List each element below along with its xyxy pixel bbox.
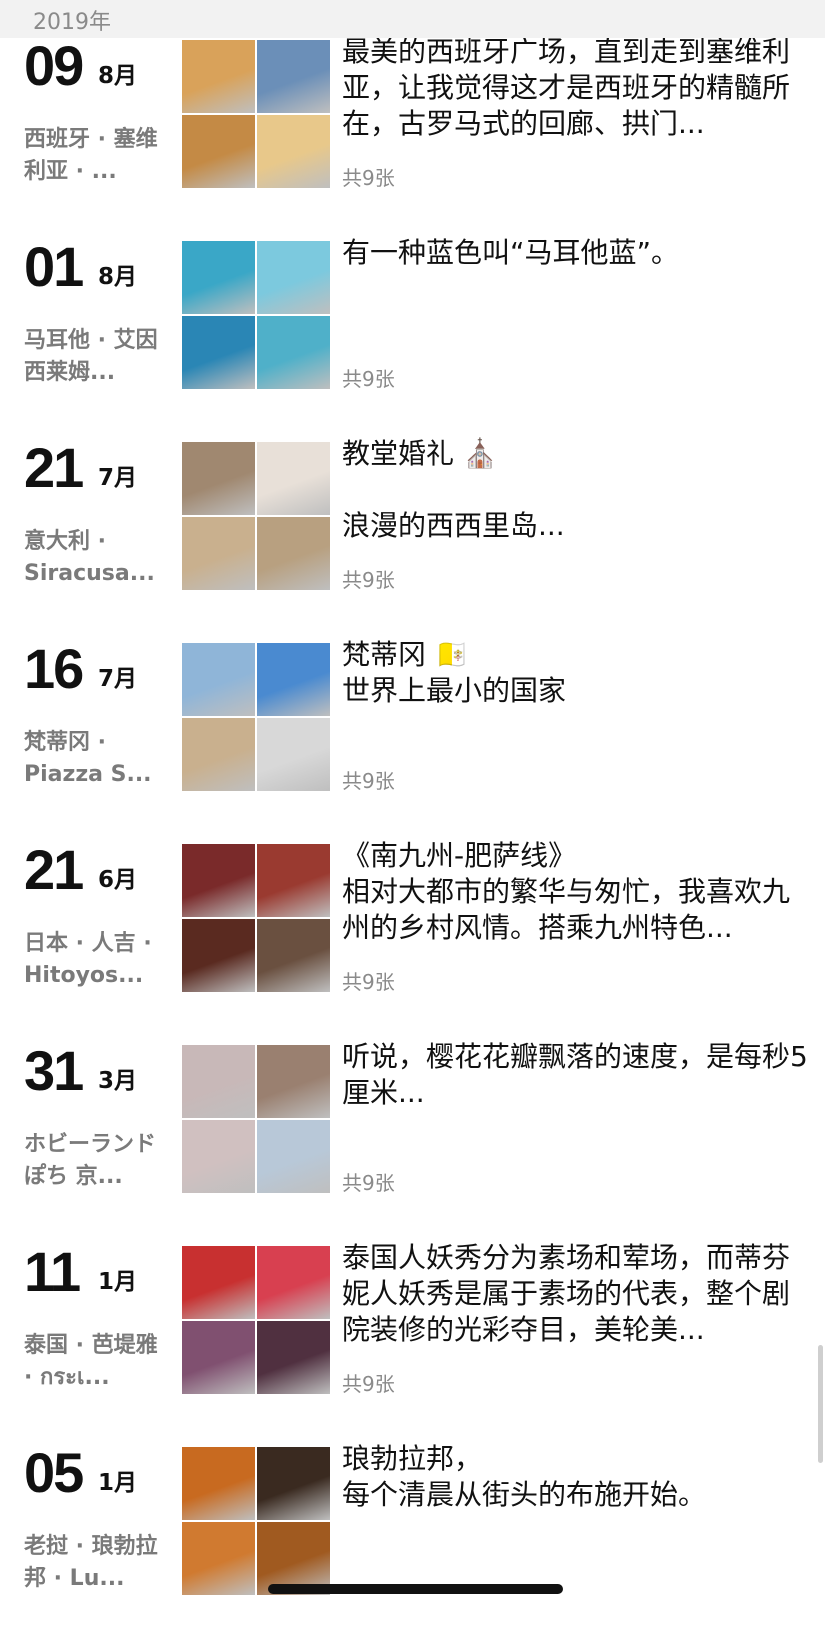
entry-caption[interactable]: 听说，樱花花瓣飘落的速度，是每秒5厘米... xyxy=(342,1039,812,1111)
photo-grid[interactable] xyxy=(182,40,332,190)
entry-location[interactable]: 泰国 · 芭堤雅 · กระเ... xyxy=(24,1330,164,1394)
timeline-entry[interactable]: 16 7月 梵蒂冈 · Piazza S... 梵蒂冈 🇻🇦 世界上最小的国家 … xyxy=(0,637,825,843)
entry-month: 6月 xyxy=(98,867,138,893)
photo-count: 共9张 xyxy=(342,769,395,793)
timeline-entry[interactable]: 09 8月 西班牙 · 塞维利亚 · ... 最美的西班牙广场，直到走到塞维利亚… xyxy=(0,34,825,240)
photo-thumbnail[interactable] xyxy=(257,1045,330,1118)
entry-location[interactable]: ホビーランドぽち 京... xyxy=(24,1129,164,1193)
photo-thumbnail[interactable] xyxy=(182,919,255,992)
entry-caption[interactable]: 最美的西班牙广场，直到走到塞维利亚，让我觉得这才是西班牙的精髓所在，古罗马式的回… xyxy=(342,34,812,142)
entry-caption[interactable]: 有一种蓝色叫“马耳他蓝”。 xyxy=(342,235,812,271)
timeline-entry[interactable]: 21 7月 意大利 · Siracusa... 教堂婚礼 ⛪ 浪漫的西西里岛..… xyxy=(0,436,825,642)
entry-caption[interactable]: 教堂婚礼 ⛪ 浪漫的西西里岛... xyxy=(342,436,812,544)
entry-month: 8月 xyxy=(98,63,138,89)
photo-count: 共9张 xyxy=(342,1372,395,1396)
photo-thumbnail[interactable] xyxy=(257,1120,330,1193)
photo-thumbnail[interactable] xyxy=(182,316,255,389)
photo-thumbnail[interactable] xyxy=(257,919,330,992)
entry-day: 05 xyxy=(24,1441,84,1504)
photo-thumbnail[interactable] xyxy=(257,40,330,113)
photo-grid[interactable] xyxy=(182,1045,332,1195)
photo-count: 共9张 xyxy=(342,367,395,391)
photo-grid[interactable] xyxy=(182,844,332,994)
entry-day: 09 xyxy=(24,34,84,97)
photo-count: 共9张 xyxy=(342,970,395,994)
photo-thumbnail[interactable] xyxy=(182,1246,255,1319)
entry-day: 21 xyxy=(24,838,84,901)
home-indicator xyxy=(268,1584,563,1594)
photo-thumbnail[interactable] xyxy=(257,517,330,590)
photo-thumbnail[interactable] xyxy=(257,1246,330,1319)
scrollbar[interactable] xyxy=(818,1345,823,1463)
timeline-entry[interactable]: 31 3月 ホビーランドぽち 京... 听说，樱花花瓣飘落的速度，是每秒5厘米.… xyxy=(0,1039,825,1245)
photo-thumbnail[interactable] xyxy=(182,517,255,590)
entry-caption[interactable]: 《南九州-肥萨线》 相对大都市的繁华与匆忙，我喜欢九州的乡村风情。搭乘九州特色.… xyxy=(342,838,812,946)
photo-thumbnail[interactable] xyxy=(257,844,330,917)
entry-location[interactable]: 老挝 · 琅勃拉邦 · Lu... xyxy=(24,1531,164,1595)
entry-location[interactable]: 日本 · 人吉 · Hitoyos... xyxy=(24,928,164,992)
entry-month: 1月 xyxy=(98,1470,138,1496)
entry-day: 01 xyxy=(24,235,84,298)
photo-grid[interactable] xyxy=(182,1246,332,1396)
photo-thumbnail[interactable] xyxy=(182,643,255,716)
entry-month: 7月 xyxy=(98,465,138,491)
photo-thumbnail[interactable] xyxy=(182,1522,255,1595)
photo-grid[interactable] xyxy=(182,1447,332,1597)
photo-thumbnail[interactable] xyxy=(182,40,255,113)
timeline-entry[interactable]: 01 8月 马耳他 · 艾因西莱姆... 有一种蓝色叫“马耳他蓝”。 共9张 xyxy=(0,235,825,441)
photo-thumbnail[interactable] xyxy=(182,1447,255,1520)
entry-location[interactable]: 意大利 · Siracusa... xyxy=(24,526,164,590)
photo-thumbnail[interactable] xyxy=(182,241,255,314)
photo-thumbnail[interactable] xyxy=(257,316,330,389)
entry-caption[interactable]: 泰国人妖秀分为素场和荤场，而蒂芬妮人妖秀是属于素场的代表，整个剧院装修的光彩夺目… xyxy=(342,1240,812,1348)
entry-location[interactable]: 西班牙 · 塞维利亚 · ... xyxy=(24,124,164,188)
entry-day: 31 xyxy=(24,1039,84,1102)
entry-month: 1月 xyxy=(98,1269,138,1295)
photo-thumbnail[interactable] xyxy=(257,1447,330,1520)
entry-caption[interactable]: 梵蒂冈 🇻🇦 世界上最小的国家 xyxy=(342,637,812,709)
photo-count: 共9张 xyxy=(342,1171,395,1195)
timeline-entry[interactable]: 11 1月 泰国 · 芭堤雅 · กระเ... 泰国人妖秀分为素场和荤场，而蒂… xyxy=(0,1240,825,1446)
photo-thumbnail[interactable] xyxy=(182,1045,255,1118)
photo-grid[interactable] xyxy=(182,442,332,592)
photo-thumbnail[interactable] xyxy=(257,241,330,314)
photo-thumbnail[interactable] xyxy=(257,643,330,716)
year-header: 2019年 xyxy=(0,0,825,38)
entry-month: 7月 xyxy=(98,666,138,692)
photo-thumbnail[interactable] xyxy=(182,115,255,188)
photo-thumbnail[interactable] xyxy=(257,115,330,188)
entry-month: 8月 xyxy=(98,264,138,290)
entry-caption[interactable]: 琅勃拉邦， 每个清晨从街头的布施开始。 xyxy=(342,1441,812,1513)
photo-count: 共9张 xyxy=(342,166,395,190)
photo-thumbnail[interactable] xyxy=(182,1321,255,1394)
entry-day: 21 xyxy=(24,436,84,499)
year-label: 2019年 xyxy=(33,10,111,35)
photo-thumbnail[interactable] xyxy=(257,718,330,791)
photo-thumbnail[interactable] xyxy=(257,442,330,515)
entry-location[interactable]: 梵蒂冈 · Piazza S... xyxy=(24,727,164,791)
timeline-entry[interactable]: 05 1月 老挝 · 琅勃拉邦 · Lu... 琅勃拉邦， 每个清晨从街头的布施… xyxy=(0,1441,825,1647)
photo-thumbnail[interactable] xyxy=(182,718,255,791)
photo-thumbnail[interactable] xyxy=(182,1120,255,1193)
entry-day: 11 xyxy=(24,1240,81,1303)
photo-thumbnail[interactable] xyxy=(182,442,255,515)
photo-grid[interactable] xyxy=(182,241,332,391)
entry-day: 16 xyxy=(24,637,84,700)
photo-thumbnail[interactable] xyxy=(257,1321,330,1394)
photo-grid[interactable] xyxy=(182,643,332,793)
photo-count: 共9张 xyxy=(342,568,395,592)
photo-thumbnail[interactable] xyxy=(182,844,255,917)
timeline-entry[interactable]: 21 6月 日本 · 人吉 · Hitoyos... 《南九州-肥萨线》 相对大… xyxy=(0,838,825,1044)
entry-location[interactable]: 马耳他 · 艾因西莱姆... xyxy=(24,325,164,389)
entry-month: 3月 xyxy=(98,1068,138,1094)
